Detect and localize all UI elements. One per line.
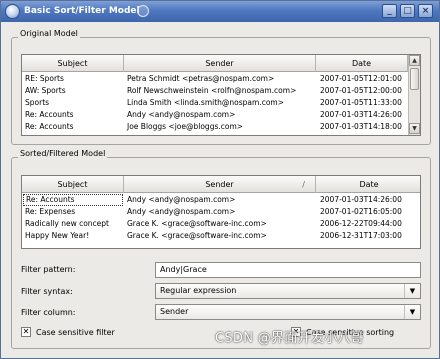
sorted-table-header: Subject Sender / Date [22,176,420,193]
table-row[interactable]: Re: Accounts Andy <andy@nospam.com> 2007… [22,109,408,121]
original-table-header: Subject Sender Date [22,55,408,72]
minimize-button[interactable]: _ [382,4,397,18]
original-col-sender[interactable]: Sender [124,55,316,72]
subject-cell: Radically new concept [25,219,109,228]
table-row[interactable]: Re: Expenses Andy <andy@nospam.com> 2007… [22,206,420,218]
table-row[interactable]: Radically new concept Grace K. <grace@so… [22,218,420,230]
filter-column-value: Sender [160,307,189,316]
sender-cell: Linda Smith <linda.smith@nospam.com> [127,98,285,107]
table-row[interactable]: AW: Sports Rolf Newschweinstein <rolfn@n… [22,85,408,97]
filter-column-label: Filter column: [21,308,76,317]
date-cell: 2006-12-31T17:03:00 [320,231,402,240]
sender-cell: Joe Bloggs <joe@bloggs.com> [127,122,244,131]
case-sensitive-filter-checkbox[interactable]: ✕ [21,327,31,337]
close-button[interactable]: × [418,4,433,18]
subject-cell: AW: Sports [25,86,66,95]
filter-pattern-label: Filter pattern: [21,265,76,274]
date-cell: 2007-01-03T14:26:00 [320,195,402,204]
window-title: Basic Sort/Filter Model [24,6,140,16]
filter-syntax-value: Regular expression [160,286,237,295]
watermark-text: CSDN @界面开发小八哥 [215,331,365,346]
filter-syntax-label: Filter syntax: [21,287,73,296]
app-icon[interactable] [5,4,20,19]
original-col-date[interactable]: Date [316,55,408,72]
table-row[interactable]: Re: Accounts Joe Bloggs <joe@bloggs.com>… [22,121,408,133]
sender-cell: Andy <andy@nospam.com> [127,207,236,216]
subject-cell: Re: Expenses [25,207,76,216]
date-cell: 2007-01-05T12:01:00 [320,74,402,83]
subject-cell: RE: Sports [25,74,64,83]
filter-syntax-select[interactable]: Regular expression ▼ [155,283,421,299]
table-row[interactable]: RE: Sports Petra Schmidt <petras@nospam.… [22,73,408,85]
sender-cell: Grace K. <grace@software-inc.com> [127,219,267,228]
date-cell: 2006-12-22T09:44:00 [320,219,402,228]
sender-cell: Andy <andy@nospam.com> [127,195,236,204]
sorted-col-subject[interactable]: Subject [22,176,124,193]
date-cell: 2007-01-03T14:18:00 [320,122,402,131]
date-cell: 2007-01-05T12:00:00 [320,86,402,95]
date-cell: 2007-01-05T11:33:00 [320,98,402,107]
date-cell: 2007-01-02T16:05:00 [320,207,402,216]
subject-cell: Re: Accounts [25,110,74,119]
subject-cell: Re: Accounts [25,122,74,131]
original-col-subject[interactable]: Subject [22,55,124,72]
sticky-icon[interactable] [137,5,149,17]
filter-column-select[interactable]: Sender ▼ [155,304,421,320]
sorted-col-date[interactable]: Date [316,176,420,193]
sender-cell: Grace K. <grace@software-inc.com> [127,231,267,240]
sort-indicator-icon: / [302,180,305,189]
sorted-table[interactable]: Subject Sender / Date Re: Accounts Andy … [21,175,421,249]
table-row[interactable]: Re: Accounts Andy <andy@nospam.com> 2007… [22,194,420,206]
scroll-down-icon[interactable]: ▼ [409,123,420,134]
chevron-down-icon[interactable]: ▼ [404,284,420,298]
table-row[interactable]: Sports Linda Smith <linda.smith@nospam.c… [22,97,408,109]
filter-pattern-input[interactable]: Andy|Grace [155,262,421,278]
subject-cell: Sports [25,98,50,107]
original-table[interactable]: Subject Sender Date RE: Sports Petra Sch… [21,54,421,136]
sorted-col-sender[interactable]: Sender / [124,176,316,193]
table-row[interactable]: Happy New Year! Grace K. <grace@software… [22,230,420,242]
scroll-thumb[interactable] [410,68,419,90]
date-cell: 2007-01-03T14:26:00 [320,110,402,119]
sorted-col-sender-label: Sender [205,180,234,189]
original-model-label: Original Model [18,29,80,38]
chevron-down-icon[interactable]: ▼ [404,305,420,319]
case-sensitive-filter-label[interactable]: Case sensitive filter [36,328,115,337]
app-window: Basic Sort/Filter Model _ □ × Original M… [0,0,440,359]
subject-cell: Happy New Year! [25,231,90,240]
subject-cell-focused: Re: Accounts [23,194,123,206]
title-bar[interactable]: Basic Sort/Filter Model _ □ × [1,1,439,22]
sender-cell: Rolf Newschweinstein <rolfn@nospam.com> [127,86,297,95]
sorted-model-label: Sorted/Filtered Model [18,149,108,158]
original-vertical-scrollbar[interactable]: ▲ ▼ [408,55,420,135]
sender-cell: Andy <andy@nospam.com> [127,110,236,119]
scroll-up-icon[interactable]: ▲ [409,55,420,66]
sender-cell: Petra Schmidt <petras@nospam.com> [127,74,275,83]
maximize-button[interactable]: □ [400,4,415,18]
